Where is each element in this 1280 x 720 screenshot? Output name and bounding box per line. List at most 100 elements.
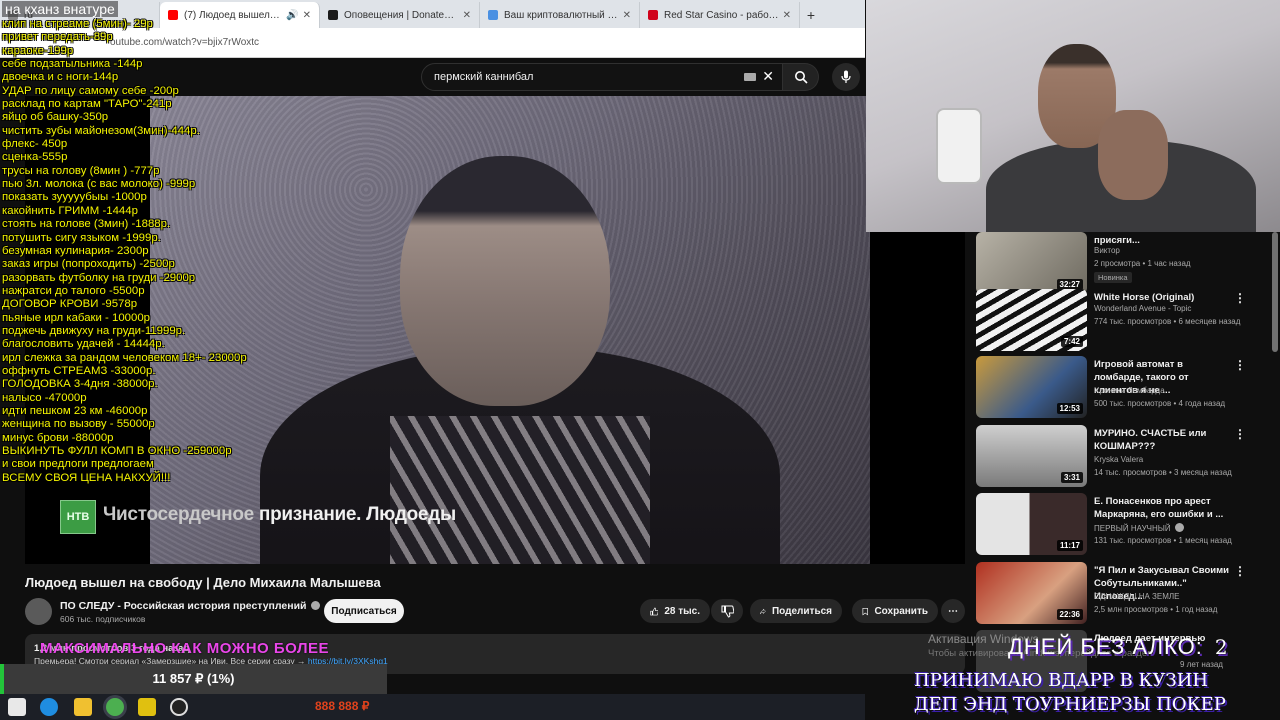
donation-item: трусы на голову (8мин ) -777р: [2, 164, 160, 177]
donation-item: ДОГОВОР КРОВИ -9578р: [2, 298, 138, 311]
recommendation-channel[interactable]: Хроники Ломбарда: [1094, 386, 1165, 395]
channel-avatar[interactable]: [25, 598, 52, 625]
duration-badge: 22:36: [1056, 609, 1083, 620]
subscribe-button[interactable]: Подписаться: [324, 599, 404, 623]
streamer-hand: [1098, 110, 1168, 200]
more-options-icon[interactable]: ⋮: [1234, 427, 1246, 441]
wallet-favicon-icon: [488, 10, 498, 20]
close-icon[interactable]: ✕: [623, 10, 631, 21]
recommendation-channel[interactable]: Виктор: [1094, 246, 1120, 255]
search-button[interactable]: [783, 63, 819, 91]
goal-text: 11 857 ₽ (1%): [152, 671, 235, 686]
search-icon: [794, 71, 808, 84]
video-thumbnail[interactable]: 3:31: [976, 425, 1087, 487]
channel-name[interactable]: ПО СЛЕДУ - Российская история преступлен…: [60, 600, 320, 612]
thumbs-down-icon: [721, 605, 734, 618]
new-tab-button[interactable]: +: [800, 2, 822, 28]
bookmark-icon: [862, 607, 868, 615]
recommendation-meta: 9 лет назад: [1180, 660, 1223, 669]
promo-line-2: ДЕП ЭНД ТОУРНИЕРЗЫ ПОКЕР: [914, 694, 1226, 715]
tab-casino[interactable]: Red Star Casino - рабочее зерк... ✕: [640, 2, 800, 28]
donation-item: ирл слежка за рандом человеком 18+- 2300…: [2, 351, 247, 364]
video-thumbnail[interactable]: 7:42: [976, 289, 1087, 351]
recommendation-item[interactable]: 11:17 Е. Понасенков про арест Маркаряна,…: [976, 493, 1276, 557]
recommendation-title[interactable]: МУРИНО. СЧАСТЬЕ или КОШМАР???: [1094, 427, 1234, 453]
recommendation-meta: 500 тыс. просмотров • 4 года назад: [1094, 399, 1226, 408]
recommendation-item[interactable]: 32:27 присяги... Виктор 2 просмотра • 1 …: [976, 232, 1276, 296]
app-icon[interactable]: [138, 698, 156, 716]
donation-item: и свои предлоги предлогаем: [2, 458, 154, 471]
clear-search-icon[interactable]: ✕: [762, 68, 774, 85]
duration-badge: 11:17: [1056, 540, 1083, 551]
ntv-logo: НТВ: [60, 500, 96, 534]
video-thumbnail[interactable]: 11:17: [976, 493, 1087, 555]
donation-items: клип на стреаме (5мин)- 29р привет переда…: [2, 18, 262, 485]
recommendation-channel[interactable]: Kryska Valera: [1094, 455, 1143, 464]
save-button[interactable]: Сохранить: [852, 599, 938, 623]
recommendation-item[interactable]: 22:36 "Я Пил и Закусывал Своими Собутыль…: [976, 562, 1276, 626]
recommendation-item[interactable]: 12:53 Игровой автомат в ломбарде, такого…: [976, 356, 1276, 420]
video-thumbnail[interactable]: 22:36: [976, 562, 1087, 624]
donation-item: показать зууууубыы -1000р: [2, 191, 147, 204]
recommendation-title[interactable]: White Horse (Original): [1094, 291, 1234, 304]
close-icon[interactable]: ✕: [783, 10, 791, 21]
donation-item: налысо -47000р: [2, 391, 87, 404]
donation-item: поджечь движуху на груди-11999р.: [2, 324, 186, 337]
channel-label[interactable]: ПЕРВЫЙ НАУЧНЫЙ: [1094, 524, 1171, 533]
obs-icon[interactable]: [170, 698, 188, 716]
recommendation-channel[interactable]: Wonderland Avenue - Topic: [1094, 304, 1191, 313]
recommendation-channel[interactable]: ПЕРВЫЙ НАУЧНЫЙ: [1094, 523, 1184, 533]
video-thumbnail[interactable]: 32:27: [976, 232, 1087, 294]
verified-icon: [1174, 523, 1184, 532]
sobriety-counter-value: 2: [1214, 635, 1229, 659]
edge-icon[interactable]: [40, 698, 58, 716]
more-options-icon[interactable]: ⋮: [1234, 291, 1246, 305]
close-icon[interactable]: ✕: [303, 10, 311, 21]
explorer-icon[interactable]: [74, 698, 92, 716]
save-label: Сохранить: [874, 605, 928, 617]
screen: rd (7) Людоед вышел на своб...🔊✕ Оповеще…: [0, 0, 1280, 720]
chrome-icon[interactable]: [106, 698, 124, 716]
tab-crypto-wallet[interactable]: Ваш криптовалютный кошелё... ✕: [480, 2, 640, 28]
casino-favicon-icon: [648, 10, 658, 20]
donation-item: нажратси до талого -5500р: [2, 284, 145, 297]
voice-search-button[interactable]: [832, 63, 860, 91]
donatepay-favicon-icon: [328, 10, 338, 20]
donation-item: яйцо об башку-350р: [2, 111, 109, 124]
recommendation-title[interactable]: Е. Понасенков про арест Маркаряна, его о…: [1094, 495, 1234, 521]
more-actions-button[interactable]: ⋯: [941, 599, 965, 623]
search-input[interactable]: пермский каннибал ✕: [421, 63, 783, 91]
recommendation-meta: 2,5 млн просмотров • 1 год назад: [1094, 605, 1218, 614]
start-icon[interactable]: [8, 698, 26, 716]
donation-item: привет передать-89р: [2, 31, 113, 44]
keyboard-icon[interactable]: [744, 73, 756, 81]
more-options-icon[interactable]: ⋮: [1234, 358, 1246, 372]
donation-item: чистить зубы майонезом(3мин)-444р.: [2, 124, 200, 137]
donation-item: ВСЕМУ СВОЯ ЦЕНА НАКХУЙ!!!: [2, 471, 171, 484]
donation-item: минус брови -88000р: [2, 431, 114, 444]
recommendation-channel[interactable]: ОДНАЖДЫ НА ЗЕМЛЕ: [1094, 592, 1179, 601]
close-icon[interactable]: ✕: [463, 10, 471, 21]
sobriety-counter: ДНЕЙ БЕЗ АЛКО: 2: [1008, 634, 1229, 660]
channel-name-text[interactable]: ПО СЛЕДУ - Российская история преступлен…: [60, 600, 307, 612]
search-query[interactable]: пермский каннибал: [434, 71, 533, 83]
sobriety-counter-label: ДНЕЙ БЕЗ АЛКО:: [1008, 634, 1203, 659]
more-options-icon[interactable]: ⋮: [1234, 564, 1246, 578]
channel-subscribers: 606 тыс. подписчиков: [60, 614, 146, 624]
sidebar-scrollbar[interactable]: [1272, 232, 1278, 352]
share-button[interactable]: Поделиться: [750, 599, 842, 623]
duration-badge: 3:31: [1060, 472, 1083, 483]
new-badge: Новинка: [1094, 272, 1132, 283]
webcam-feed: [866, 0, 1280, 232]
video-thumbnail[interactable]: 12:53: [976, 356, 1087, 418]
tab-donatepay[interactable]: Оповещения | DonatePay ✕: [320, 2, 480, 28]
like-button[interactable]: 28 тыс.: [640, 599, 710, 623]
recommendation-item[interactable]: 3:31 МУРИНО. СЧАСТЬЕ или КОШМАР??? Krysk…: [976, 425, 1276, 489]
recommendation-item[interactable]: 7:42 White Horse (Original) Wonderland A…: [976, 289, 1276, 353]
donation-item: благословить удачей - 14444р.: [2, 338, 165, 351]
speaker-icon[interactable]: 🔊: [286, 10, 298, 21]
duration-badge: 7:42: [1060, 336, 1083, 347]
thumbs-up-icon: [650, 607, 659, 615]
dislike-button[interactable]: [711, 599, 743, 623]
video-person-sweater: [390, 416, 650, 564]
